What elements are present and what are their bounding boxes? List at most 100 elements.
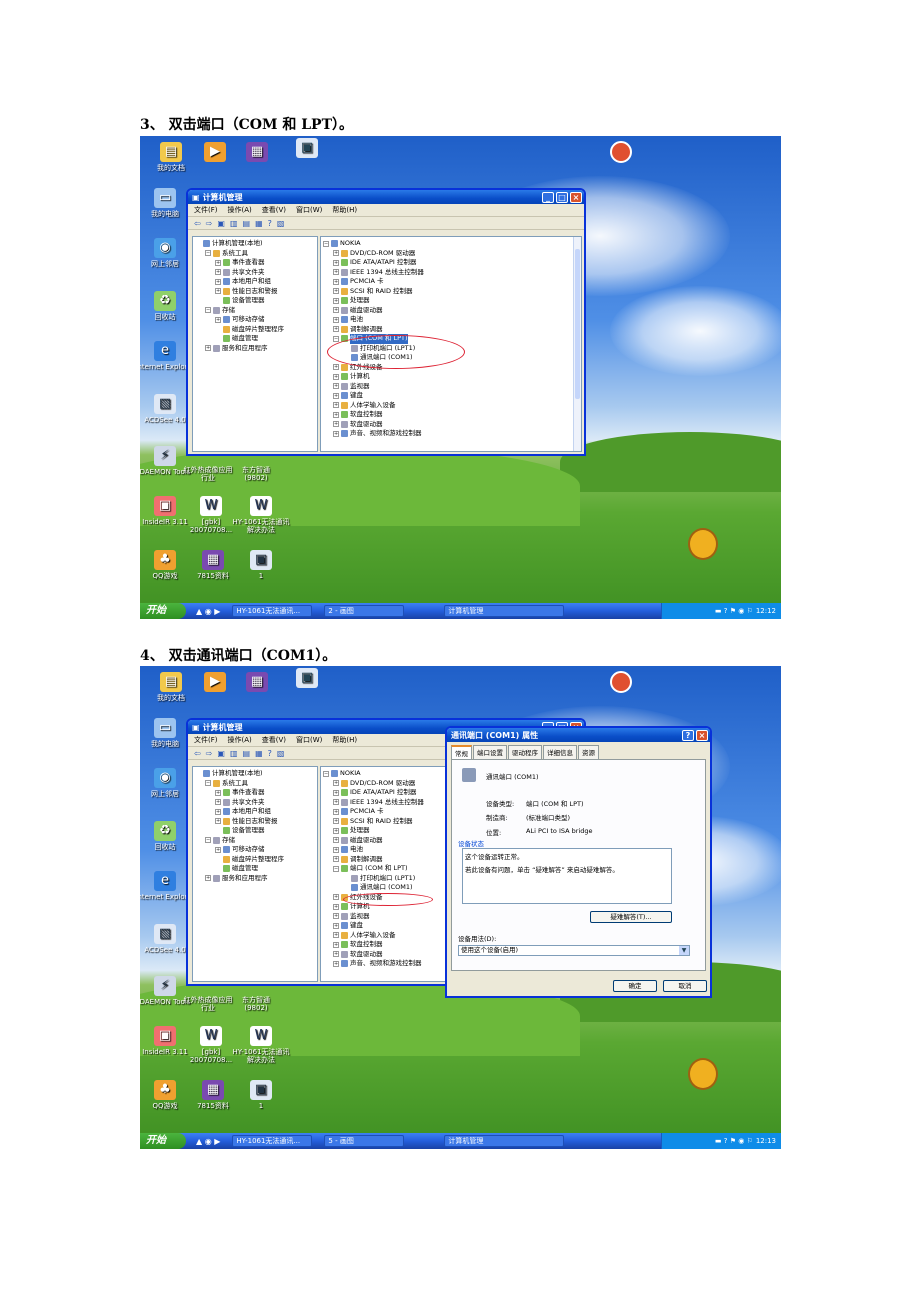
- help-icon[interactable]: ?: [268, 219, 272, 228]
- tree-item[interactable]: 磁盘碎片整理程序: [195, 325, 315, 335]
- expand-icon[interactable]: +: [215, 269, 221, 276]
- expand-icon[interactable]: +: [333, 316, 339, 323]
- window-titlebar[interactable]: ▣计算机管理 _□×: [188, 190, 584, 204]
- tab-driver[interactable]: 驱动程序: [508, 745, 542, 759]
- menu-help[interactable]: 帮助(H): [332, 735, 357, 745]
- expand-icon[interactable]: +: [333, 932, 339, 939]
- up-icon[interactable]: ▣: [217, 749, 225, 758]
- expand-icon[interactable]: +: [333, 392, 339, 399]
- properties-icon[interactable]: ▧: [277, 749, 285, 758]
- expand-icon[interactable]: +: [215, 259, 221, 266]
- expand-icon[interactable]: +: [333, 808, 339, 815]
- tree-item[interactable]: 计算机管理(本地): [195, 769, 315, 779]
- tree-item[interactable]: + 共享文件夹: [195, 268, 315, 278]
- menu-view[interactable]: 查看(V): [262, 205, 286, 215]
- left-tree-pane[interactable]: 计算机管理(本地) − 系统工具 + 事件查看器 + 共享文件夹 + 本地用户和组 + 性能日志和警…: [192, 236, 318, 452]
- expand-icon[interactable]: +: [333, 269, 339, 276]
- expand-icon[interactable]: +: [333, 837, 339, 844]
- tree-item[interactable]: + 本地用户和组: [195, 807, 315, 817]
- collapse-icon[interactable]: −: [323, 240, 329, 247]
- tree-item[interactable]: + 计算机: [323, 372, 579, 382]
- expand-icon[interactable]: +: [333, 364, 339, 371]
- tree-item[interactable]: + 事件查看器: [195, 258, 315, 268]
- expand-icon[interactable]: +: [333, 789, 339, 796]
- expand-icon[interactable]: +: [333, 278, 339, 285]
- ok-button[interactable]: 确定: [613, 980, 657, 992]
- show-tree-icon[interactable]: ▥: [230, 749, 238, 758]
- start-button[interactable]: 开始: [140, 1133, 186, 1149]
- device-status-box[interactable]: 这个设备运转正常。 若此设备有问题，单击 “疑难解答” 来启动疑难解答。: [462, 848, 672, 904]
- desktop-icon-label-dfzt[interactable]: 东方智通 (9802): [232, 996, 280, 1012]
- expand-icon[interactable]: +: [215, 799, 221, 806]
- help-icon[interactable]: ?: [268, 749, 272, 758]
- tree-item[interactable]: + 可移动存储: [195, 845, 315, 855]
- collapse-icon[interactable]: −: [205, 250, 211, 257]
- cancel-button[interactable]: 取消: [663, 980, 707, 992]
- expand-icon[interactable]: +: [333, 941, 339, 948]
- tree-item[interactable]: + IEEE 1394 总线主控制器: [323, 268, 579, 278]
- expand-icon[interactable]: +: [215, 808, 221, 815]
- taskbar-button-computer-management[interactable]: 计算机管理: [444, 605, 565, 617]
- dialog-close-button[interactable]: ×: [696, 729, 708, 741]
- tree-item[interactable]: 磁盘管理: [195, 334, 315, 344]
- desktop-icon-hy1061-doc[interactable]: W HY-1061无法通讯解决办法: [230, 1026, 292, 1064]
- forward-icon[interactable]: ⇨: [206, 749, 213, 758]
- start-button[interactable]: 开始: [140, 603, 186, 619]
- export-icon[interactable]: ▤: [243, 749, 251, 758]
- tree-item[interactable]: + 磁盘驱动器: [323, 306, 579, 316]
- dialog-titlebar[interactable]: 通讯端口 (COM1) 属性? ×: [447, 728, 710, 742]
- menu-action[interactable]: 操作(A): [228, 735, 252, 745]
- taskbar-button-paint[interactable]: 5 - 画图: [324, 1135, 405, 1147]
- collapse-icon[interactable]: −: [205, 307, 211, 314]
- expand-icon[interactable]: +: [333, 913, 339, 920]
- expand-icon[interactable]: +: [215, 789, 221, 796]
- tab-details[interactable]: 详细信息: [543, 745, 577, 759]
- maximize-button[interactable]: □: [556, 191, 568, 203]
- minimize-button[interactable]: _: [542, 191, 554, 203]
- quicklaunch-icons[interactable]: ▲ ◉ ▶: [196, 1137, 220, 1146]
- tree-item[interactable]: + 本地用户和组: [195, 277, 315, 287]
- expand-icon[interactable]: +: [333, 922, 339, 929]
- menu-window[interactable]: 窗口(W): [296, 205, 322, 215]
- desktop-icon-calendar[interactable]: ▣: [276, 668, 338, 690]
- expand-icon[interactable]: +: [333, 307, 339, 314]
- expand-icon[interactable]: +: [333, 818, 339, 825]
- tree-item[interactable]: + 可移动存储: [195, 315, 315, 325]
- desktop-icon-1[interactable]: ▣ 1: [230, 1080, 292, 1110]
- tree-item[interactable]: 计算机管理(本地): [195, 239, 315, 249]
- tree-item[interactable]: − NOKIA: [323, 239, 579, 249]
- troubleshoot-button[interactable]: 疑难解答(T)...: [590, 911, 672, 923]
- tree-item[interactable]: + DVD/CD-ROM 驱动器: [323, 249, 579, 259]
- expand-icon[interactable]: +: [333, 827, 339, 834]
- show-tree-icon[interactable]: ▥: [230, 219, 238, 228]
- back-icon[interactable]: ⇦: [194, 219, 201, 228]
- expand-icon[interactable]: +: [215, 288, 221, 295]
- expand-icon[interactable]: +: [215, 278, 221, 285]
- tree-item[interactable]: + SCSI 和 RAID 控制器: [323, 287, 579, 297]
- tree-item[interactable]: + 性能日志和警报: [195, 817, 315, 827]
- close-button[interactable]: ×: [570, 191, 582, 203]
- tree-item[interactable]: + 人体学输入设备: [323, 401, 579, 411]
- collapse-icon[interactable]: −: [205, 837, 211, 844]
- dialog-help-button[interactable]: ?: [682, 729, 694, 741]
- chevron-down-icon[interactable]: ▼: [679, 946, 689, 955]
- menu-window[interactable]: 窗口(W): [296, 735, 322, 745]
- com1-properties-dialog[interactable]: 通讯端口 (COM1) 属性? × 常规 端口设置 驱动程序 详细信息 资源 通讯…: [445, 726, 712, 998]
- expand-icon[interactable]: +: [333, 894, 339, 901]
- expand-icon[interactable]: +: [333, 903, 339, 910]
- left-tree-pane[interactable]: 计算机管理(本地) − 系统工具 + 事件查看器 + 共享文件夹 + 本地用户和组 + 性能日志和警…: [192, 766, 318, 982]
- computer-management-window[interactable]: ▣计算机管理_□× 文件(F) 操作(A) 查看(V) 窗口(W) 帮助(H) …: [186, 188, 586, 456]
- tree-item[interactable]: 磁盘碎片整理程序: [195, 855, 315, 865]
- up-icon[interactable]: ▣: [217, 219, 225, 228]
- tree-item[interactable]: + PCMCIA 卡: [323, 277, 579, 287]
- expand-icon[interactable]: +: [205, 345, 211, 352]
- expand-icon[interactable]: +: [333, 951, 339, 958]
- collapse-icon[interactable]: −: [205, 780, 211, 787]
- expand-icon[interactable]: +: [333, 411, 339, 418]
- desktop-icon-hy1061-doc[interactable]: W HY-1061无法通讯解决办法: [230, 496, 292, 534]
- tree-item[interactable]: − 存储: [195, 836, 315, 846]
- tree-item[interactable]: + 处理器: [323, 296, 579, 306]
- expand-icon[interactable]: +: [333, 250, 339, 257]
- expand-icon[interactable]: +: [333, 421, 339, 428]
- tree-item[interactable]: + 服务和应用程序: [195, 874, 315, 884]
